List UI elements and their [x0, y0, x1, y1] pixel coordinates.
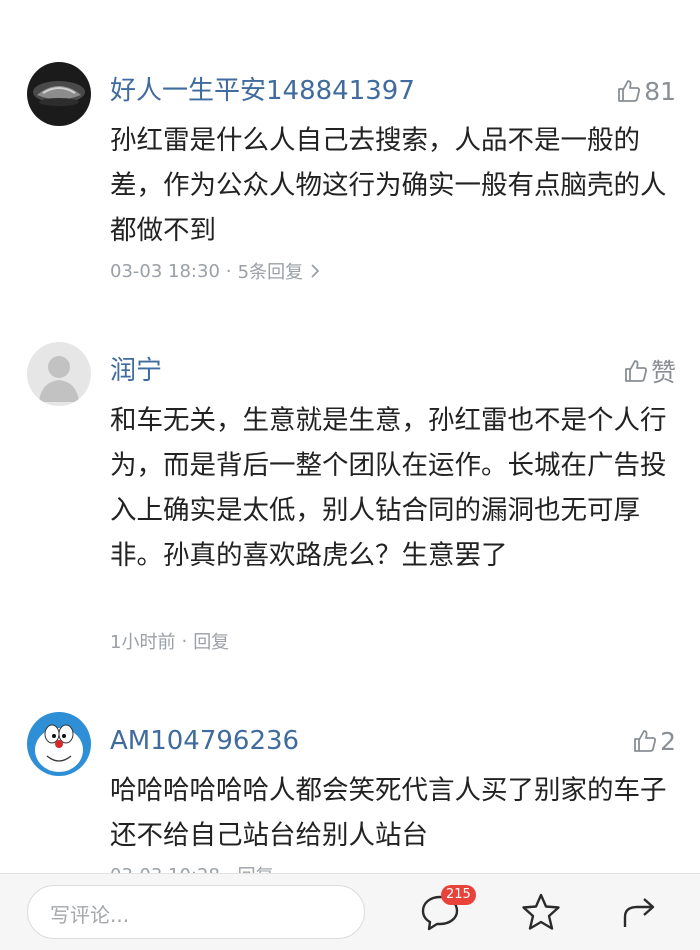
- bottom-action-bar: 写评论... 215: [0, 873, 700, 950]
- thumbs-up-icon: [634, 730, 657, 752]
- car-photo-avatar: [27, 62, 91, 126]
- meta-separator: ·: [181, 630, 188, 652]
- like-count: 81: [644, 76, 676, 106]
- comment-meta: 03-03 18:30 · 5条回复: [110, 258, 321, 284]
- like-count: 赞: [650, 358, 676, 387]
- comment-meta: 03-03 10:28 · 回复: [110, 862, 274, 874]
- user-avatar[interactable]: [27, 712, 91, 776]
- comment-text: 孙红雷是什么人自己去搜索，人品不是一般的差，作为公众人物这行为确实一般有点脑壳的…: [110, 125, 667, 246]
- star-icon[interactable]: [520, 891, 562, 933]
- comment-time: 03-03 10:28: [110, 865, 220, 874]
- reply-link[interactable]: 回复: [193, 628, 229, 654]
- reply-link[interactable]: 5条回复: [238, 258, 303, 284]
- user-avatar[interactable]: [27, 342, 91, 406]
- comment-text: 哈哈哈哈哈哈人都会笑死代言人买了别家的车子还不给自己站台给别人站台: [110, 775, 667, 851]
- comment-count-badge: 215: [441, 885, 476, 905]
- comment-time: 03-03 18:30: [110, 260, 220, 282]
- like-count: 2: [660, 726, 676, 756]
- reply-link[interactable]: 回复: [238, 862, 274, 873]
- meta-separator: ·: [226, 865, 232, 874]
- meta-separator: ·: [225, 260, 232, 282]
- comment-meta: 1小时前 · 回复: [110, 628, 229, 654]
- share-icon[interactable]: [619, 891, 661, 933]
- comment-item: AM104796236 2 哈哈哈哈哈哈人都会笑死代言人买了别家的车子还不给自己…: [0, 712, 700, 873]
- username[interactable]: AM104796236: [110, 724, 299, 758]
- comment-item: 润宁 赞 和车无关，生意就是生意，孙红雷也不是个人行为，而是背后一整个团队在运作…: [0, 342, 700, 662]
- like-button[interactable]: 赞: [623, 354, 676, 388]
- user-avatar[interactable]: [27, 62, 91, 126]
- like-button[interactable]: 2: [632, 724, 676, 758]
- like-button[interactable]: 81: [616, 74, 676, 108]
- chevron-right-icon[interactable]: [309, 263, 321, 279]
- comment-time: 1小时前: [110, 632, 176, 653]
- default-user-avatar: [27, 342, 91, 406]
- username[interactable]: 好人一生平安148841397: [110, 74, 415, 108]
- comment-placeholder: 写评论...: [50, 903, 130, 927]
- comment-input[interactable]: 写评论...: [27, 885, 365, 939]
- username[interactable]: 润宁: [110, 354, 162, 388]
- thumbs-up-icon: [618, 80, 641, 102]
- comment-item: 好人一生平安148841397 81 孙红雷是什么人自己去搜索，人品不是一般的差…: [0, 62, 700, 292]
- doraemon-avatar: [27, 712, 91, 776]
- thumbs-up-icon: [625, 360, 647, 382]
- comment-text: 和车无关，生意就是生意，孙红雷也不是个人行为，而是背后一整个团队在运作。长城在广…: [110, 405, 667, 571]
